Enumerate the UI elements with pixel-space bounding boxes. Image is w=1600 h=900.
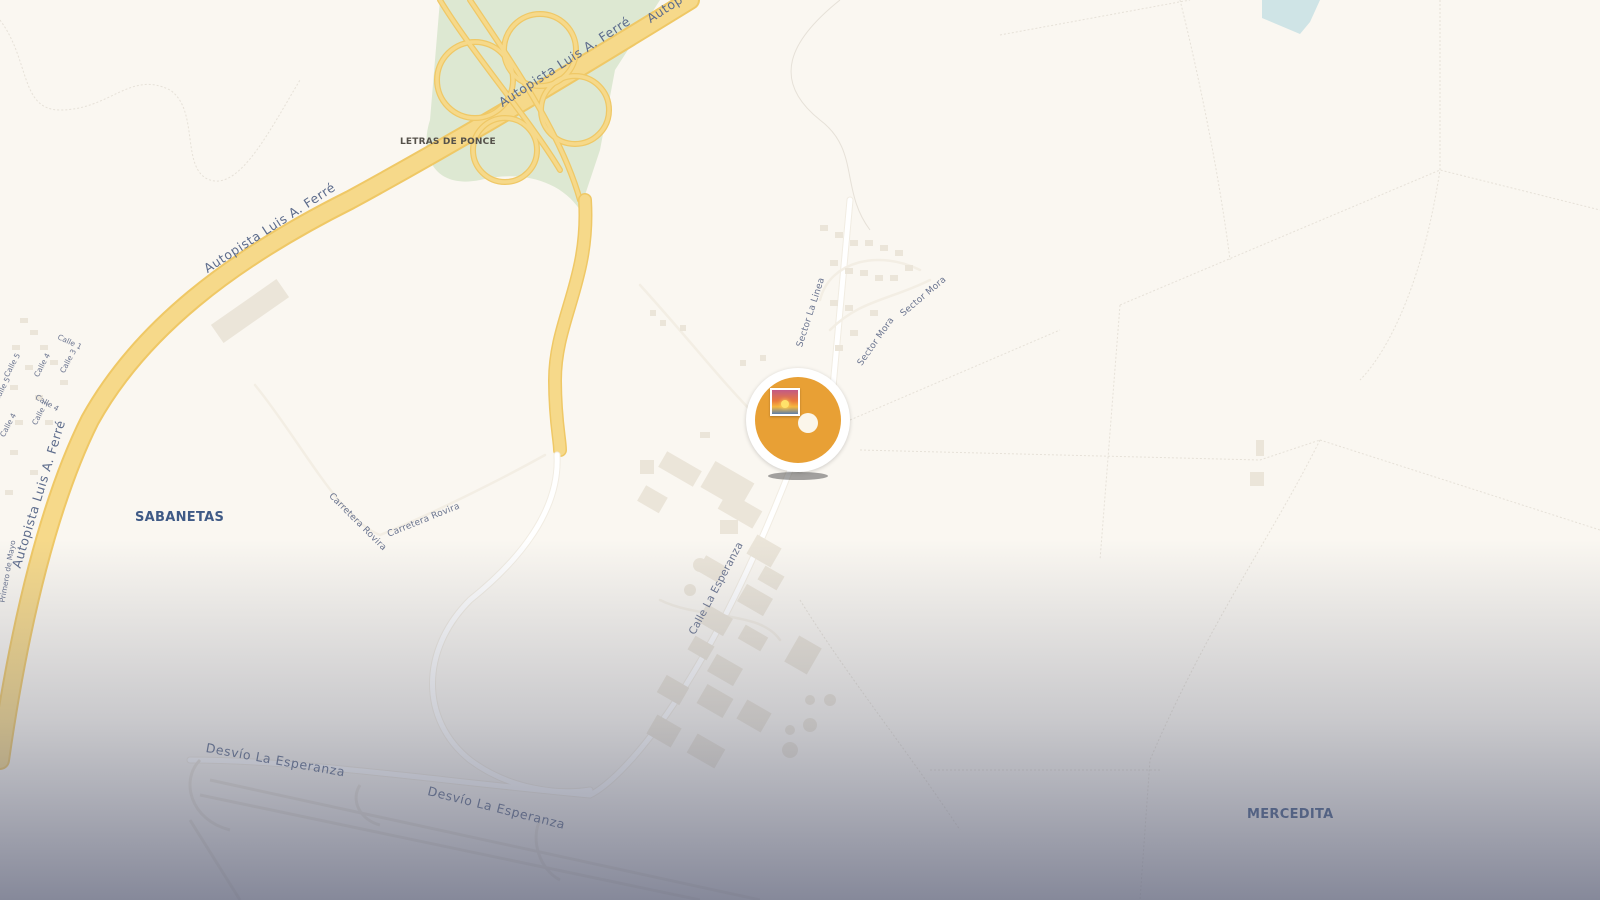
place-label-mercedita: MERCEDITA	[1247, 807, 1334, 822]
marker-shadow	[768, 472, 828, 480]
sunset-photo-image	[772, 390, 798, 414]
map-canvas[interactable]: Autopista Luis A. Ferré Autopista Luis A…	[0, 0, 1600, 900]
photo-location-marker[interactable]	[746, 368, 856, 480]
poi-label-letras-de-ponce: LETRAS DE PONCE	[400, 137, 496, 147]
sun-icon	[781, 400, 789, 408]
sunset-photo-icon[interactable]	[770, 388, 800, 416]
marker-center	[798, 413, 818, 433]
place-label-sabanetas: SABANETAS	[135, 510, 225, 525]
marker-ring	[746, 368, 850, 472]
